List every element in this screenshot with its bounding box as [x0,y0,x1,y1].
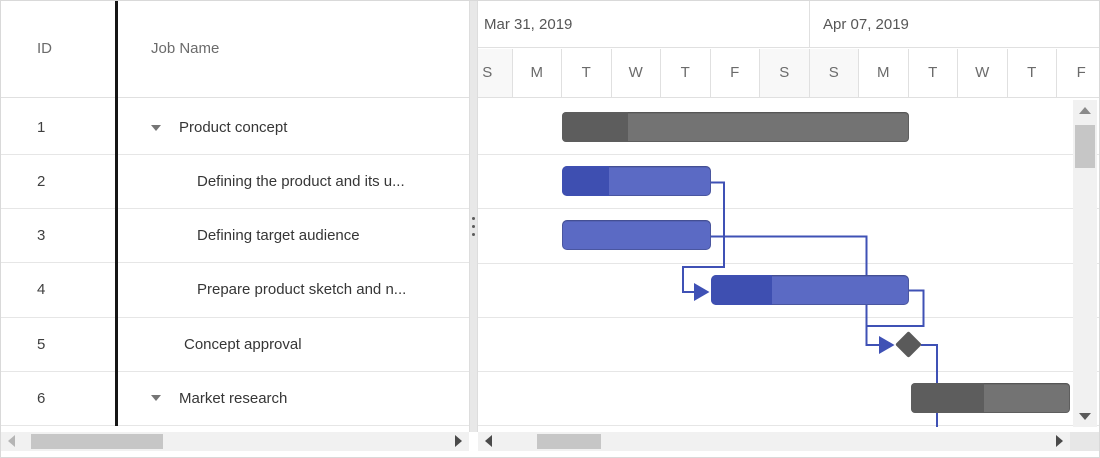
timeline-day-cell: M [859,49,909,97]
chart-horizontal-scrollbar[interactable] [478,432,1070,451]
grid-header: ID Job Name [1,1,469,98]
scroll-left-icon[interactable] [8,435,15,447]
timeline-day-cell: F [711,49,761,97]
connector-arrow-icon [694,283,710,301]
scroll-up-icon[interactable] [1079,107,1091,114]
timeline-day-cell: W [958,49,1008,97]
task-id: 6 [37,372,45,425]
taskbar-child[interactable] [562,166,711,196]
timeline-week-cell: Apr 07, 2019 [810,1,1100,48]
taskbar-child[interactable] [562,220,711,250]
grid-horizontal-scrollbar[interactable] [1,432,469,451]
timeline-day-cell: W [612,49,662,97]
task-name: Defining target audience [197,209,360,262]
column-header-id: ID [37,1,52,97]
column-divider-line [115,1,118,426]
chart-body [478,98,1099,427]
taskbar-parent[interactable] [911,383,1070,413]
scrollbar-corner [1070,432,1099,451]
task-name: Product concept [179,101,287,154]
task-id: 5 [37,318,45,371]
timeline-day-cell: M [513,49,563,97]
connector-arrow-icon [879,336,895,354]
timeline-week-cell: Mar 31, 2019 [478,1,810,48]
task-id: 1 [37,101,45,154]
chart-vertical-scrollbar[interactable] [1073,100,1097,427]
timeline-day-cell: S [478,49,513,97]
grid-pane: ID Job Name 1 Product concept 2 Defining th… [1,1,469,432]
grid-row-1[interactable]: 1 Product concept [1,101,469,155]
taskbar-progress [562,112,628,142]
chart-scroll-thumb[interactable] [537,434,601,449]
gantt-widget: ID Job Name 1 Product concept 2 Defining th… [0,0,1100,458]
dependency-lines [478,98,1099,427]
grid-row-3[interactable]: 3 Defining target audience [1,209,469,263]
timeline-header: Mar 31, 2019Apr 07, 2019 SMTWTFSSMTWTF [478,1,1099,98]
collapse-chevron-icon[interactable] [151,125,161,131]
taskbar-progress [711,275,772,305]
scroll-right-icon[interactable] [455,435,462,447]
grid-row-4[interactable]: 4 Prepare product sketch and n... [1,263,469,317]
column-header-job-name: Job Name [151,1,219,97]
taskbar-progress [562,166,609,196]
taskbar-child[interactable] [711,275,909,305]
grid-scroll-thumb[interactable] [31,434,163,449]
splitter-handle-icon[interactable] [470,217,477,241]
task-id: 3 [37,209,45,262]
timeline-day-cell: S [810,49,860,97]
splitter-bar[interactable] [469,1,478,432]
grid-rows: 1 Product concept 2 Defining the product an… [1,101,469,426]
grid-row-5[interactable]: 5 Concept approval [1,318,469,372]
timeline-day-cell: T [562,49,612,97]
timeline-day-cell: T [1008,49,1058,97]
task-name: Prepare product sketch and n... [197,263,406,316]
timeline-day-cell: T [661,49,711,97]
chart-pane: Mar 31, 2019Apr 07, 2019 SMTWTFSSMTWTF [478,1,1099,432]
taskbar-parent[interactable] [562,112,909,142]
scroll-down-icon[interactable] [1079,413,1091,420]
scroll-right-icon[interactable] [1056,435,1063,447]
task-id: 4 [37,263,45,316]
grid-row-6[interactable]: 6 Market research [1,372,469,426]
task-id: 2 [37,155,45,208]
vertical-scroll-thumb[interactable] [1075,125,1095,168]
collapse-chevron-icon[interactable] [151,395,161,401]
timeline-day-cell: T [909,49,959,97]
timeline-day-cell: S [760,49,810,97]
task-name: Defining the product and its u... [197,155,405,208]
taskbar-progress [911,383,984,413]
scroll-left-icon[interactable] [485,435,492,447]
task-name: Concept approval [184,318,302,371]
grid-row-2[interactable]: 2 Defining the product and its u... [1,155,469,209]
timeline-day-cell: F [1057,49,1099,97]
task-name: Market research [179,372,287,425]
